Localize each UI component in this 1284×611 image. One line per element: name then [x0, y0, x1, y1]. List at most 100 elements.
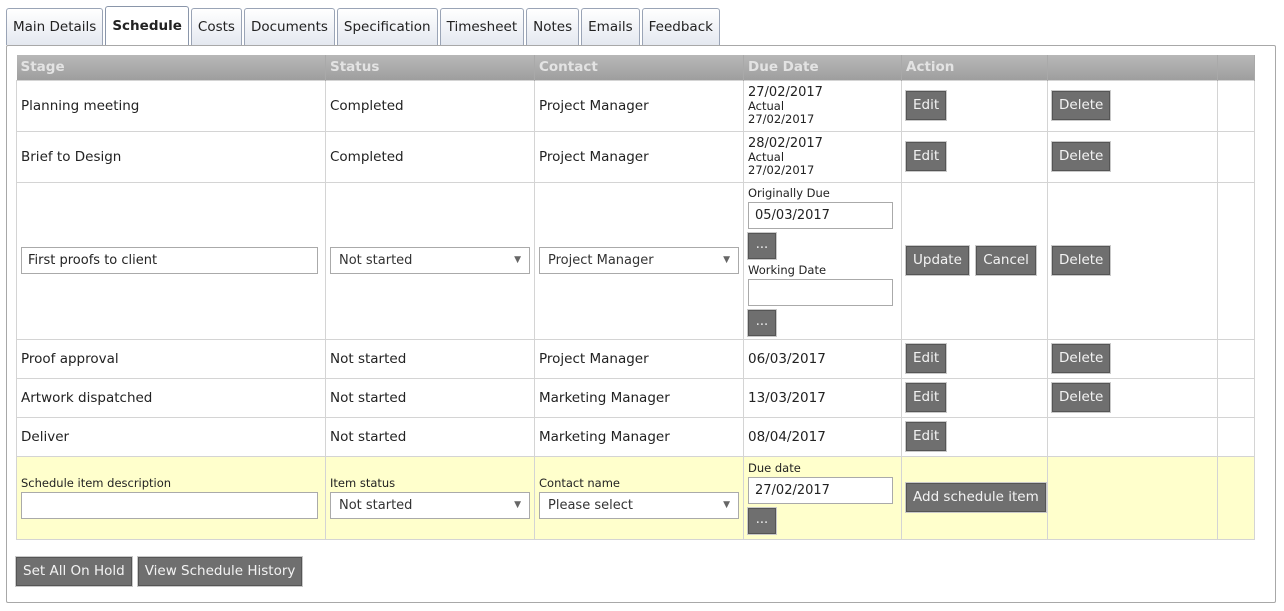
- stage-cell: Deliver: [16, 416, 326, 457]
- edit-button[interactable]: Edit: [906, 344, 947, 373]
- due-date-cell: 27/02/2017 Actual 27/02/2017: [743, 79, 902, 132]
- item-status-select[interactable]: Not started ▼: [330, 492, 530, 519]
- table-row: Artwork dispatched Not started Marketing…: [16, 377, 1255, 418]
- edit-button[interactable]: Edit: [906, 422, 947, 451]
- due-date: 28/02/2017: [748, 135, 823, 151]
- delete-button[interactable]: Delete: [1052, 91, 1111, 120]
- edit-button[interactable]: Edit: [906, 91, 947, 120]
- add-action-cell: Add schedule item: [901, 455, 1048, 540]
- status-edit-cell: Not started ▼: [325, 181, 535, 340]
- contact-name-add-cell: Contact name Please select ▼: [534, 455, 744, 540]
- status-cell: Completed: [325, 79, 535, 132]
- cancel-button[interactable]: Cancel: [976, 246, 1036, 275]
- due-date: 27/02/2017: [748, 84, 823, 100]
- column-header-blank: [1047, 55, 1218, 80]
- contact-cell: Project Manager: [534, 130, 744, 183]
- tab-schedule[interactable]: Schedule: [105, 6, 189, 45]
- tab-bar: Main Details Schedule Costs Documents Sp…: [6, 6, 722, 46]
- chevron-down-icon: ▼: [723, 255, 730, 265]
- contact-name-select-value: Please select: [548, 498, 633, 513]
- actual-label: Actual: [748, 149, 785, 164]
- delete-cell: Delete: [1047, 338, 1218, 379]
- working-date-picker-button[interactable]: ...: [748, 309, 776, 336]
- tab-timesheet[interactable]: Timesheet: [439, 8, 525, 45]
- stage-cell: Artwork dispatched: [16, 377, 326, 418]
- originally-due-input[interactable]: 05/03/2017: [748, 201, 893, 229]
- tab-documents[interactable]: Documents: [243, 8, 335, 45]
- action-cell: Edit: [901, 79, 1048, 132]
- schedule-table: Stage Status Contact Due Date Action Pla…: [16, 55, 1255, 540]
- blank-cell: [1047, 455, 1218, 540]
- chevron-down-icon: ▼: [723, 500, 730, 510]
- column-header-contact: Contact: [534, 55, 744, 80]
- due-date-cell: 08/04/2017: [743, 416, 902, 457]
- tab-specification[interactable]: Specification: [336, 8, 438, 45]
- item-status-select-value: Not started: [339, 498, 413, 513]
- schedule-panel: Stage Status Contact Due Date Action Pla…: [6, 45, 1276, 603]
- delete-button[interactable]: Delete: [1052, 246, 1111, 275]
- contact-select-value: Project Manager: [548, 253, 654, 268]
- stage-cell: Proof approval: [16, 338, 326, 379]
- add-schedule-item-button[interactable]: Add schedule item: [906, 483, 1046, 512]
- table-header-row: Stage Status Contact Due Date Action: [16, 55, 1255, 80]
- blank-cell: [1217, 377, 1255, 418]
- due-date-cell: 06/03/2017: [743, 338, 902, 379]
- contact-edit-cell: Project Manager ▼: [534, 181, 744, 340]
- working-date-input[interactable]: [748, 278, 893, 306]
- actual-date: 27/02/2017: [748, 111, 815, 126]
- tab-notes[interactable]: Notes: [526, 8, 580, 45]
- blank-cell: [1217, 416, 1255, 457]
- stage-input[interactable]: First proofs to client: [21, 247, 318, 274]
- status-select[interactable]: Not started ▼: [330, 247, 530, 274]
- table-row: Deliver Not started Marketing Manager 08…: [16, 416, 1255, 457]
- action-cell: Edit: [901, 416, 1048, 457]
- edit-button[interactable]: Edit: [906, 383, 947, 412]
- column-header-due-date: Due Date: [743, 55, 902, 80]
- table-row: Planning meeting Completed Project Manag…: [16, 79, 1255, 132]
- editing-row: First proofs to client Not started ▼ Pro…: [16, 181, 1255, 340]
- blank-cell: [1217, 79, 1255, 132]
- tab-feedback[interactable]: Feedback: [641, 8, 720, 45]
- edit-button[interactable]: Edit: [906, 142, 947, 171]
- description-label: Schedule item description: [21, 476, 172, 490]
- item-status-label: Item status: [330, 476, 396, 490]
- chevron-down-icon: ▼: [514, 255, 521, 265]
- delete-cell: Delete: [1047, 130, 1218, 183]
- chevron-down-icon: ▼: [514, 500, 521, 510]
- table-row: Proof approval Not started Project Manag…: [16, 338, 1255, 379]
- stage-cell: Brief to Design: [16, 130, 326, 183]
- tab-emails[interactable]: Emails: [581, 8, 640, 45]
- delete-button[interactable]: Delete: [1052, 142, 1111, 171]
- working-date-label: Working Date: [748, 262, 827, 277]
- description-input[interactable]: [21, 492, 318, 519]
- view-schedule-history-button[interactable]: View Schedule History: [137, 557, 303, 586]
- delete-button[interactable]: Delete: [1052, 344, 1111, 373]
- originally-due-picker-button[interactable]: ...: [748, 232, 776, 259]
- delete-cell: Delete: [1047, 79, 1218, 132]
- update-button[interactable]: Update: [906, 246, 969, 275]
- originally-due-label: Originally Due: [748, 185, 830, 200]
- blank-cell: [1217, 455, 1255, 540]
- status-cell: Completed: [325, 130, 535, 183]
- add-schedule-item-row: Schedule item description Item status No…: [16, 455, 1255, 540]
- status-cell: Not started: [325, 416, 535, 457]
- delete-cell: Delete: [1047, 377, 1218, 418]
- description-add-cell: Schedule item description: [16, 455, 326, 540]
- action-edit-cell: Update Cancel: [901, 181, 1048, 340]
- table-row: Brief to Design Completed Project Manage…: [16, 130, 1255, 183]
- due-date-edit-cell: Originally Due 05/03/2017 ... Working Da…: [743, 181, 902, 340]
- blank-cell: [1217, 130, 1255, 183]
- status-select-value: Not started: [339, 253, 413, 268]
- column-header-stage: Stage: [16, 55, 326, 80]
- due-date-input[interactable]: 27/02/2017: [748, 477, 893, 504]
- set-all-on-hold-button[interactable]: Set All On Hold: [16, 557, 132, 586]
- column-header-blank-2: [1217, 55, 1255, 80]
- actual-date: 27/02/2017: [748, 162, 815, 177]
- contact-name-select[interactable]: Please select ▼: [539, 492, 739, 519]
- due-date-picker-button[interactable]: ...: [748, 508, 776, 534]
- delete-button[interactable]: Delete: [1052, 383, 1111, 412]
- delete-cell: Delete: [1047, 181, 1218, 340]
- contact-select[interactable]: Project Manager ▼: [539, 247, 739, 274]
- tab-costs[interactable]: Costs: [190, 8, 242, 45]
- tab-main-details[interactable]: Main Details: [6, 8, 104, 45]
